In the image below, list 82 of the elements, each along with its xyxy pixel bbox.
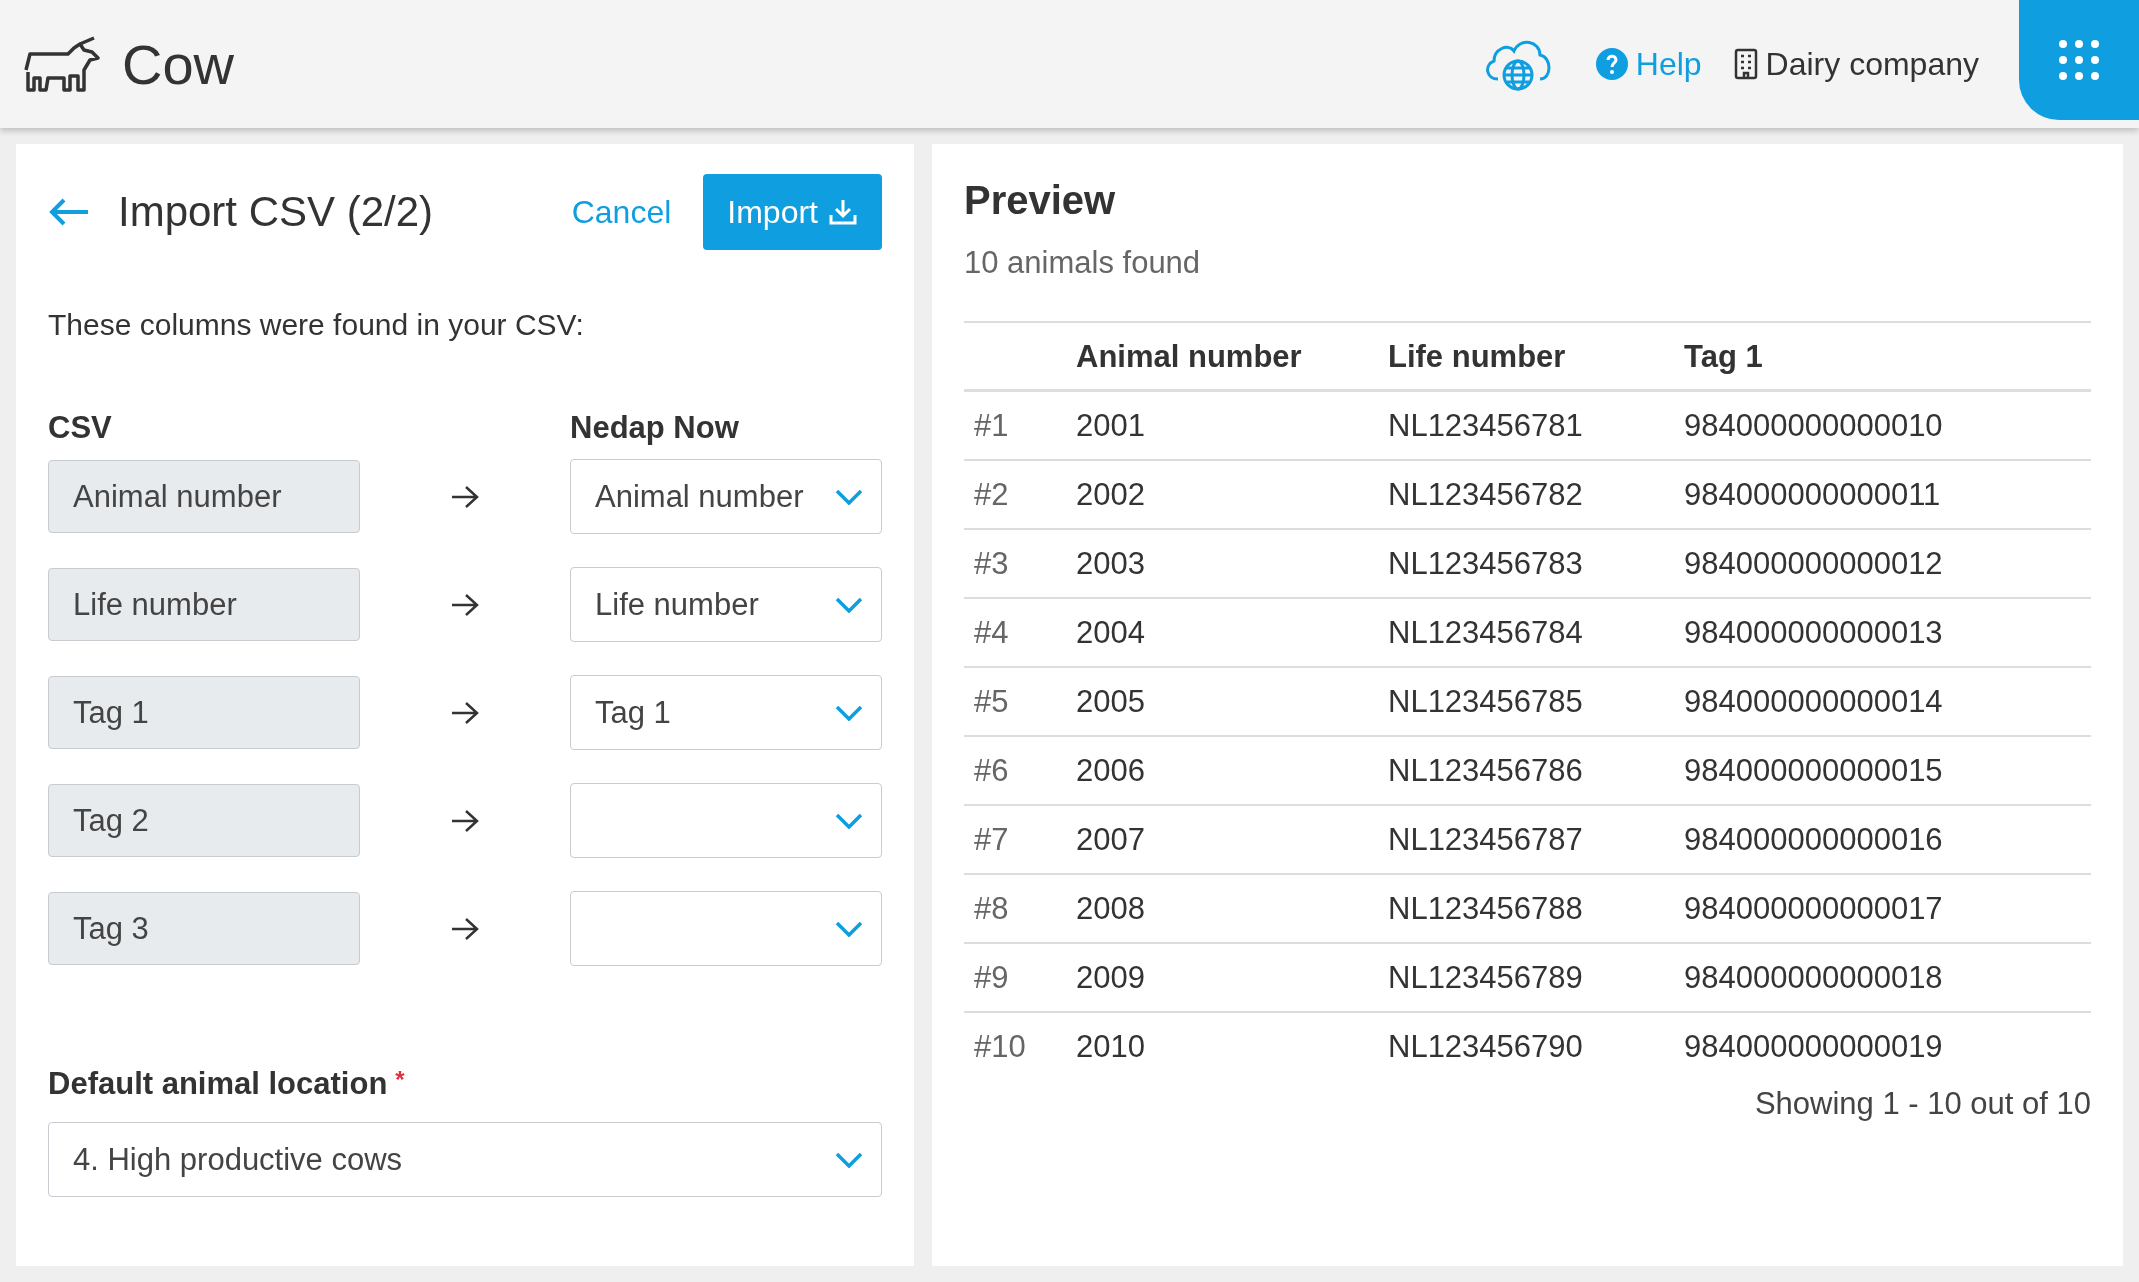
help-icon	[1595, 48, 1628, 80]
page-title: Import CSV (2/2)	[118, 188, 435, 236]
field-select[interactable]: Animal number	[570, 459, 882, 534]
table-cell: 984000000000016	[1684, 821, 1943, 857]
table-cell: 2003	[1076, 545, 1145, 581]
csv-column-field: Animal number	[48, 460, 360, 533]
table-cell: 984000000000015	[1684, 752, 1943, 788]
csv-column-field: Tag 2	[48, 784, 360, 857]
table-cell: 2008	[1076, 890, 1145, 926]
chevron-down-icon	[835, 704, 863, 721]
table-cell: NL123456789	[1388, 959, 1583, 995]
column-header: Animal number	[1076, 339, 1302, 374]
table-cell: NL123456790	[1388, 1028, 1583, 1064]
arrow-right-icon	[450, 483, 480, 510]
table-cell: NL123456781	[1388, 407, 1583, 443]
table-cell: 2010	[1076, 1028, 1145, 1064]
table-cell: 984000000000011	[1684, 476, 1941, 512]
preview-title: Preview	[964, 178, 1117, 223]
arrow-right-icon	[450, 699, 480, 726]
table-cell: NL123456784	[1388, 614, 1583, 650]
table-cell: 2006	[1076, 752, 1145, 788]
company-link[interactable]: Dairy company	[1733, 45, 1979, 83]
field-select[interactable]	[570, 891, 882, 966]
table-cell: 984000000000012	[1684, 545, 1943, 581]
csv-column-field: Tag 1	[48, 676, 360, 749]
column-header: Tag 1	[1684, 339, 1763, 374]
row-index: #4	[974, 614, 1009, 650]
location-select[interactable]: 4. High productive cows	[48, 1122, 882, 1197]
field-select[interactable]: Life number	[570, 567, 882, 642]
row-index: #6	[974, 752, 1009, 788]
app-name: Cow	[122, 31, 235, 97]
result-count: 10 animals found	[964, 245, 1202, 281]
arrow-right-icon	[450, 807, 480, 834]
building-icon	[1733, 48, 1758, 80]
row-index: #8	[974, 890, 1009, 926]
table-cell: 2007	[1076, 821, 1145, 857]
arrow-right-icon	[450, 915, 480, 942]
table-cell: 984000000000019	[1684, 1028, 1943, 1064]
row-index: #9	[974, 959, 1009, 995]
download-icon	[828, 197, 858, 227]
table-cell: 984000000000018	[1684, 959, 1943, 995]
table-cell: NL123456786	[1388, 752, 1583, 788]
intro-text: These columns were found in your CSV:	[48, 308, 585, 342]
chevron-down-icon	[835, 1151, 863, 1168]
table-cell: 984000000000017	[1684, 890, 1943, 926]
table-cell: 984000000000013	[1684, 614, 1943, 650]
table-cell: 2004	[1076, 614, 1145, 650]
field-label: Default animal location	[48, 1066, 388, 1102]
table-cell: 2002	[1076, 476, 1145, 512]
table-cell: 2009	[1076, 959, 1145, 995]
chevron-down-icon	[835, 488, 863, 505]
pagination-text: Showing 1 - 10 out of 10	[1753, 1086, 2091, 1122]
required-mark: *	[395, 1066, 405, 1094]
table-cell: 984000000000010	[1684, 407, 1943, 443]
chevron-down-icon	[835, 920, 863, 937]
row-index: #5	[974, 683, 1009, 719]
table-cell: 2001	[1076, 407, 1145, 443]
grid-icon	[2058, 39, 2100, 81]
field-select[interactable]: Tag 1	[570, 675, 882, 750]
column-header: Life number	[1388, 339, 1566, 374]
apps-menu-button[interactable]	[2019, 0, 2139, 120]
csv-column-field: Life number	[48, 568, 360, 641]
column-heading: CSV	[48, 410, 113, 446]
row-index: #1	[974, 407, 1009, 443]
table-cell: 2005	[1076, 683, 1145, 719]
row-index: #2	[974, 476, 1009, 512]
back-arrow-icon[interactable]	[48, 198, 90, 226]
row-index: #3	[974, 545, 1009, 581]
row-index: #7	[974, 821, 1009, 857]
table-cell: NL123456785	[1388, 683, 1583, 719]
table-cell: NL123456788	[1388, 890, 1583, 926]
chevron-down-icon	[835, 596, 863, 613]
table-cell: 984000000000014	[1684, 683, 1943, 719]
arrow-right-icon	[450, 591, 480, 618]
table-cell: NL123456787	[1388, 821, 1583, 857]
csv-column-field: Tag 3	[48, 892, 360, 965]
field-select[interactable]	[570, 783, 882, 858]
column-heading: Nedap Now	[570, 410, 740, 446]
chevron-down-icon	[835, 812, 863, 829]
row-index: #10	[974, 1028, 1026, 1064]
table-cell: NL123456782	[1388, 476, 1583, 512]
table-cell: NL123456783	[1388, 545, 1583, 581]
